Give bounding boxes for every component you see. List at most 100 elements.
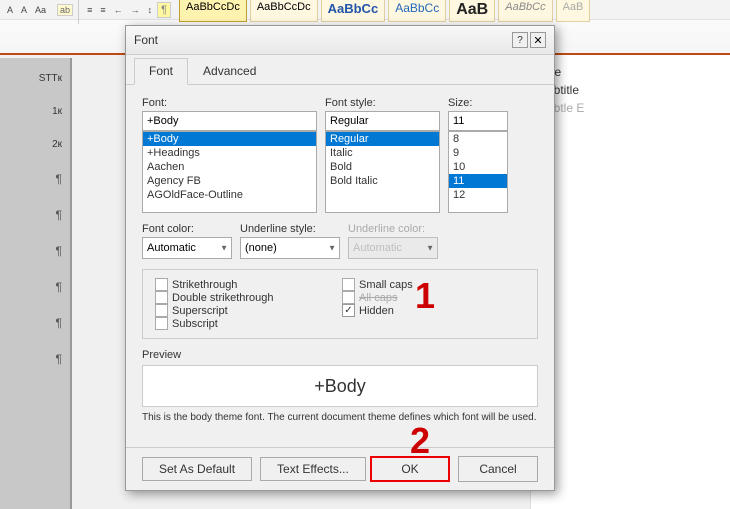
font-list-item-headings[interactable]: +Headings — [143, 146, 316, 160]
ok-button[interactable]: OK — [370, 456, 450, 482]
underline-color-group: Underline color: Automatic — [348, 223, 438, 259]
rp-subtitle[interactable]: Subtitle — [539, 81, 722, 99]
preview-section: Preview +Body This is the body theme fon… — [142, 349, 538, 425]
help-button[interactable]: ? — [512, 32, 528, 48]
font-size-input[interactable] — [448, 111, 508, 131]
font-size-up[interactable]: A — [18, 4, 30, 16]
superscript-label: Superscript — [172, 305, 228, 317]
style-listbox[interactable]: Regular Italic Bold Bold Italic — [325, 131, 440, 213]
style-subtitle[interactable]: AaBbCc — [498, 0, 552, 22]
dialog-controls: ? ✕ — [512, 32, 546, 48]
small-caps-checkbox[interactable] — [342, 278, 355, 291]
sort-btn[interactable]: ↕ — [145, 4, 156, 16]
double-strikethrough-label: Double strikethrough — [172, 292, 274, 304]
style-title[interactable]: AaB — [449, 0, 495, 22]
footer-left-buttons: Set As Default Text Effects... — [142, 457, 366, 481]
marker-sttk: STTк — [0, 73, 70, 84]
preview-text: +Body — [314, 376, 366, 397]
indent-inc[interactable]: → — [128, 4, 143, 16]
font-size-down[interactable]: A — [4, 4, 16, 16]
style-heading2[interactable]: AaBbCc — [388, 0, 446, 22]
numbering-btn[interactable]: ≡ — [97, 4, 108, 16]
set-default-button[interactable]: Set As Default — [142, 457, 252, 481]
underline-color-select[interactable]: Automatic — [348, 237, 438, 259]
size-listbox[interactable]: 8 9 10 11 12 — [448, 131, 508, 213]
font-list-item-body[interactable]: +Body — [143, 132, 316, 146]
underline-color-select-wrapper: Automatic — [348, 237, 438, 259]
cancel-button[interactable]: Cancel — [458, 456, 538, 482]
tab-font[interactable]: Font — [134, 58, 188, 85]
para-mark-6: ¶ — [0, 352, 70, 366]
para-mark-2: ¶ — [0, 208, 70, 222]
subscript-checkbox[interactable] — [155, 317, 168, 330]
style-subtle[interactable]: AaB — [556, 0, 591, 22]
font-color-group: Font color: Automatic — [142, 223, 232, 259]
font-style-input[interactable] — [325, 111, 440, 131]
size-col-label: Size: — [448, 97, 508, 109]
show-hide-btn[interactable]: ¶ — [157, 2, 171, 18]
small-caps-label: Small caps — [359, 279, 413, 291]
font-listbox[interactable]: +Body +Headings Aachen Agency FB AGOldFa… — [142, 131, 317, 213]
underline-style-group: Underline style: (none) — [240, 223, 340, 259]
clipboard-icon: ab — [57, 4, 73, 16]
strikethrough-label: Strikethrough — [172, 279, 237, 291]
underline-color-label: Underline color: — [348, 223, 438, 235]
hidden-checkbox[interactable] — [342, 304, 355, 317]
style-col-label: Font style: — [325, 97, 440, 109]
close-button[interactable]: ✕ — [530, 32, 546, 48]
footer-right-buttons: OK Cancel — [370, 456, 538, 482]
style-column: Font style: Regular Italic Bold Bold Ita… — [325, 97, 440, 213]
indent-dec[interactable]: ← — [111, 4, 126, 16]
para-mark-3: ¶ — [0, 244, 70, 258]
size-item-11[interactable]: 11 — [449, 174, 507, 188]
font-dialog: Font ? ✕ Font Advanced Font: +Body +Head… — [125, 25, 555, 491]
para-mark-4: ¶ — [0, 280, 70, 294]
effect-hidden: Hidden — [342, 304, 525, 317]
marker-1k: 1к — [0, 106, 70, 117]
font-name-input[interactable] — [142, 111, 317, 131]
font-color-select[interactable]: Automatic — [142, 237, 232, 259]
underline-style-select[interactable]: (none) — [240, 237, 340, 259]
rp-title[interactable]: Title — [539, 63, 722, 81]
dialog-title: Font — [134, 33, 158, 47]
style-item-bold[interactable]: Bold — [326, 160, 439, 174]
effects-section: Strikethrough Double strikethrough Super… — [142, 269, 538, 339]
para-mark-1: ¶ — [0, 172, 70, 186]
font-aa[interactable]: Aa — [32, 4, 49, 16]
superscript-checkbox[interactable] — [155, 304, 168, 317]
all-caps-checkbox[interactable] — [342, 291, 355, 304]
style-item-bolditalic[interactable]: Bold Italic — [326, 174, 439, 188]
effects-grid: Strikethrough Double strikethrough Super… — [155, 278, 525, 330]
preview-description: This is the body theme font. The current… — [142, 411, 538, 425]
subscript-label: Subscript — [172, 318, 218, 330]
size-item-8[interactable]: 8 — [449, 132, 507, 146]
size-item-12[interactable]: 12 — [449, 188, 507, 202]
font-column: Font: +Body +Headings Aachen Agency FB A… — [142, 97, 317, 213]
effect-all-caps: All caps — [342, 291, 525, 304]
font-list-item-agoldface[interactable]: AGOldFace-Outline — [143, 188, 316, 202]
style-item-regular[interactable]: Regular — [326, 132, 439, 146]
font-list-item-agencyfb[interactable]: Agency FB — [143, 174, 316, 188]
tab-advanced[interactable]: Advanced — [188, 58, 271, 84]
right-styles-panel: Title Subtitle Subtle E — [530, 55, 730, 509]
dialog-footer: Set As Default Text Effects... OK Cancel — [126, 447, 554, 490]
double-strikethrough-checkbox[interactable] — [155, 291, 168, 304]
size-item-9[interactable]: 9 — [449, 146, 507, 160]
font-color-label: Font color: — [142, 223, 232, 235]
strikethrough-checkbox[interactable] — [155, 278, 168, 291]
style-item-italic[interactable]: Italic — [326, 146, 439, 160]
rp-subtle[interactable]: Subtle E — [539, 99, 722, 117]
style-normal[interactable]: AaBbCcDc — [179, 0, 247, 22]
style-heading1[interactable]: AaBbCc — [321, 0, 386, 22]
text-effects-button[interactable]: Text Effects... — [260, 457, 366, 481]
preview-box: +Body — [142, 365, 538, 407]
styles-area: AaBbCcDc AaBbCcDc AaBbCc AaBbCc AaB AaBb… — [179, 0, 590, 22]
font-dropdown-row: Font color: Automatic Underline style: (… — [142, 223, 538, 259]
style-no-spacing[interactable]: AaBbCcDc — [250, 0, 318, 22]
size-item-10[interactable]: 10 — [449, 160, 507, 174]
bullets-btn[interactable]: ≡ — [84, 4, 95, 16]
underline-style-label: Underline style: — [240, 223, 340, 235]
font-list-item-aachen[interactable]: Aachen — [143, 160, 316, 174]
all-caps-label: All caps — [359, 292, 398, 304]
font-color-select-wrapper: Automatic — [142, 237, 232, 259]
